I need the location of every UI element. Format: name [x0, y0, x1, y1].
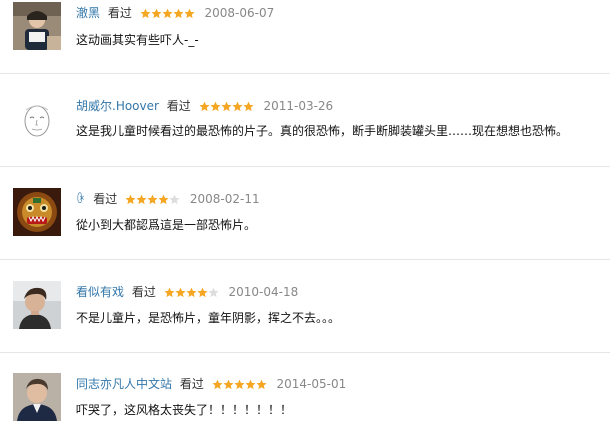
rating-stars	[125, 193, 180, 209]
star-filled-icon	[147, 194, 158, 205]
rating-stars	[212, 378, 267, 394]
star-empty-icon	[169, 194, 180, 205]
star-filled-icon	[175, 287, 186, 298]
star-empty-icon	[208, 287, 219, 298]
divider	[0, 73, 610, 74]
avatar[interactable]	[13, 373, 61, 421]
rating-stars	[140, 7, 195, 23]
comment-date: 2010-04-18	[228, 285, 299, 299]
watch-status: 看过	[179, 377, 204, 391]
rating-stars	[199, 100, 254, 116]
star-filled-icon	[162, 8, 173, 19]
comment-date: 2011-03-26	[263, 99, 334, 113]
comment-text: 这动画其实有些吓人-_-	[76, 33, 199, 47]
comment-meta: ꀖ 看过 2008-02-11	[76, 191, 260, 209]
avatar[interactable]	[13, 2, 61, 50]
watch-status: 看过	[93, 192, 118, 206]
comment-date: 2008-02-11	[189, 192, 260, 206]
divider	[0, 259, 610, 260]
star-filled-icon	[125, 194, 136, 205]
avatar[interactable]	[13, 281, 61, 329]
watch-status: 看过	[107, 6, 132, 20]
comment-date: 2014-05-01	[276, 377, 347, 391]
comment-meta: 同志亦凡人中文站 看过 2014-05-01	[76, 376, 346, 394]
username-link[interactable]: 看似有戏	[76, 285, 124, 299]
portrait-avatar	[13, 281, 61, 329]
divider	[0, 166, 610, 167]
man-portrait-avatar	[13, 373, 61, 421]
star-filled-icon	[164, 287, 175, 298]
star-filled-icon	[212, 379, 223, 390]
star-filled-icon	[256, 379, 267, 390]
username-link[interactable]: 同志亦凡人中文站	[76, 377, 172, 391]
avatar[interactable]	[13, 96, 61, 144]
star-filled-icon	[223, 379, 234, 390]
star-filled-icon	[245, 379, 256, 390]
star-filled-icon	[199, 101, 210, 112]
username-link[interactable]: 澈黑	[76, 6, 100, 20]
star-filled-icon	[234, 379, 245, 390]
star-filled-icon	[140, 8, 151, 19]
star-filled-icon	[197, 287, 208, 298]
star-filled-icon	[151, 8, 162, 19]
star-filled-icon	[158, 194, 169, 205]
avatar[interactable]	[13, 188, 61, 236]
divider	[0, 352, 610, 353]
username-link[interactable]: ꀖ	[76, 192, 85, 206]
star-filled-icon	[173, 8, 184, 19]
sketch-face-avatar	[13, 96, 61, 144]
comment-meta: 澈黑 看过 2008-06-07	[76, 5, 274, 23]
comment-text: 不是儿童片，是恐怖片，童年阴影，挥之不去。。。	[76, 311, 341, 325]
star-filled-icon	[186, 287, 197, 298]
star-filled-icon	[136, 194, 147, 205]
comment-meta: 胡威尔.Hoover 看过 2011-03-26	[76, 98, 333, 116]
star-filled-icon	[184, 8, 195, 19]
star-filled-icon	[232, 101, 243, 112]
comment-text: 吓哭了，这风格太丧失了！！！！！！！	[76, 403, 293, 417]
watch-status: 看过	[166, 99, 191, 113]
star-filled-icon	[210, 101, 221, 112]
person-reading-avatar	[13, 2, 61, 50]
comment-meta: 看似有戏 看过 2010-04-18	[76, 284, 298, 302]
rating-stars	[164, 286, 219, 302]
star-filled-icon	[243, 101, 254, 112]
lion-mask-avatar	[13, 188, 61, 236]
star-filled-icon	[221, 101, 232, 112]
comment-text: 这是我儿童时候看过的最恐怖的片子。真的很恐怖，断手断脚装罐头里……现在想想也恐怖…	[76, 124, 569, 138]
username-link[interactable]: 胡威尔.Hoover	[76, 99, 159, 113]
watch-status: 看过	[131, 285, 156, 299]
comment-text: 從小到大都認爲這是一部恐怖片。	[76, 218, 257, 232]
comment-date: 2008-06-07	[204, 6, 275, 20]
comment-feed: 澈黑 看过 2008-06-07 这动画其实有些吓人-_- 胡威尔.Hoover…	[0, 0, 610, 421]
